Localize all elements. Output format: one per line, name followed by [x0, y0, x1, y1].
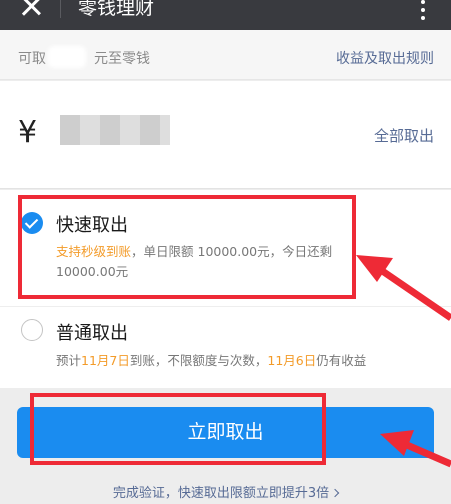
page-title: 零钱理财	[78, 0, 155, 19]
amount-input-row[interactable]: ¥ 全部取出	[0, 81, 451, 189]
available-info-row: 可取 元至零钱 收益及取出规则	[0, 30, 451, 80]
earning-date: 11月6日	[267, 353, 317, 368]
topbar-divider	[60, 0, 61, 18]
highlight-box-button	[30, 393, 326, 465]
option-normal-withdraw[interactable]: 普通取出 预计11月7日到账，不限额度与次数，11月6日仍有收益	[0, 306, 451, 388]
rules-link[interactable]: 收益及取出规则	[336, 48, 434, 68]
normal-desc-prefix: 预计	[56, 353, 82, 368]
normal-desc-mid: 到账，不限额度与次数，	[129, 353, 268, 368]
arrival-date: 11月7日	[81, 353, 130, 368]
normal-withdraw-title: 普通取出	[56, 323, 128, 344]
top-bar: 零钱理财	[0, 0, 451, 30]
normal-desc-suffix: 仍有收益	[316, 353, 367, 368]
blurred-amount-input[interactable]	[60, 115, 170, 145]
verify-link[interactable]: 完成验证，快速取出限额立即提升3倍	[0, 482, 451, 501]
hint-prefix: 可取	[18, 51, 46, 67]
more-icon[interactable]	[420, 0, 426, 20]
blurred-available-amount	[48, 46, 86, 68]
normal-withdraw-desc: 预计11月7日到账，不限额度与次数，11月6日仍有收益	[56, 351, 446, 371]
currency-symbol: ¥	[18, 115, 38, 150]
close-icon[interactable]	[20, 0, 42, 16]
withdraw-all-link[interactable]: 全部取出	[374, 125, 434, 146]
chevron-right-icon	[330, 488, 340, 498]
radio-unchecked-icon[interactable]	[21, 319, 43, 341]
highlight-box-fast-option	[18, 195, 356, 299]
hint-suffix: 元至零钱	[94, 51, 150, 67]
verify-link-text: 完成验证，快速取出限额立即提升3倍	[112, 486, 330, 501]
